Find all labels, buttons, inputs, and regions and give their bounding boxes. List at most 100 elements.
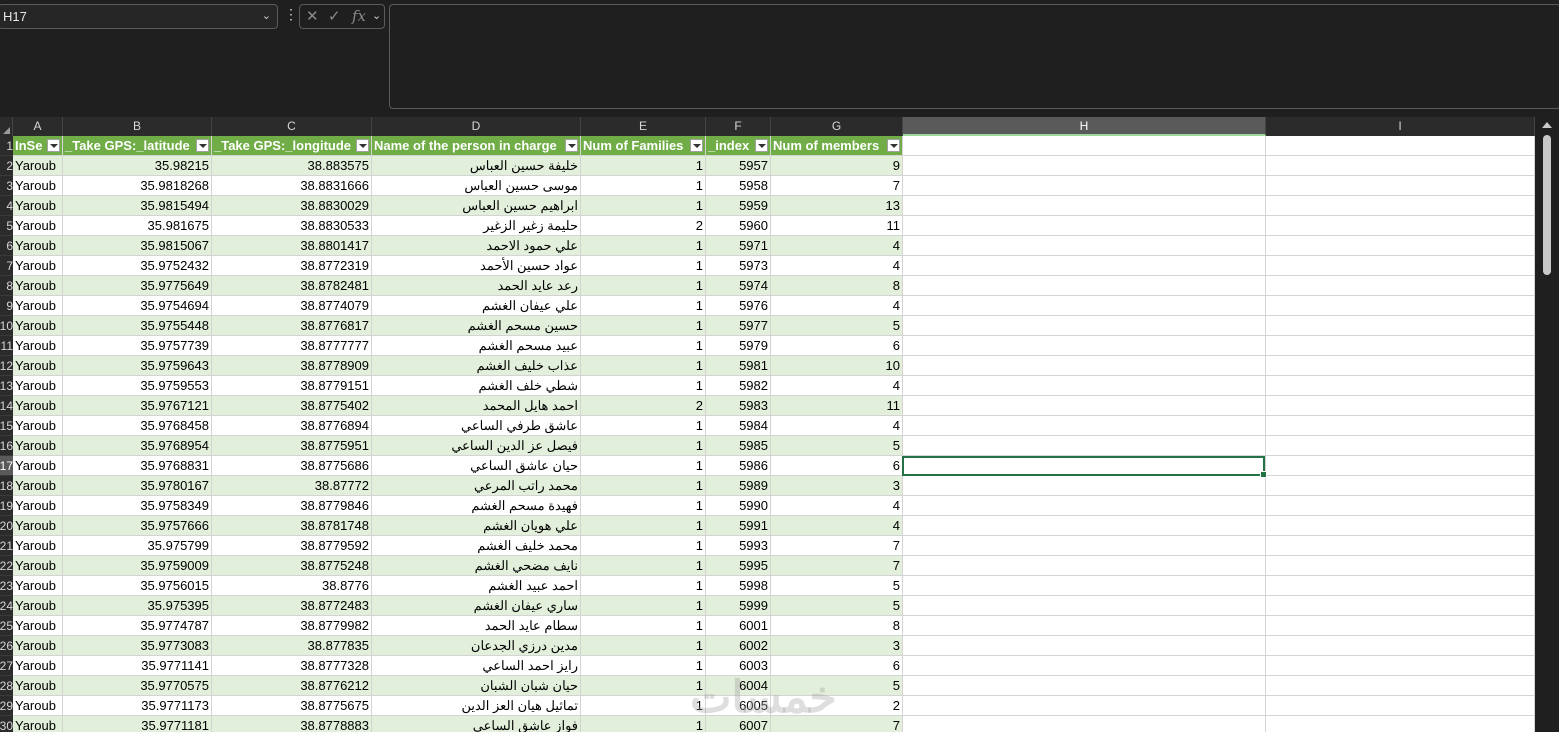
table-cell[interactable]: Yaroub xyxy=(13,196,63,216)
row-header[interactable]: 18 xyxy=(0,476,13,496)
table-cell[interactable]: محمد راتب المرعي xyxy=(372,476,581,496)
empty-cell[interactable] xyxy=(903,296,1266,316)
table-cell[interactable]: 5983 xyxy=(706,396,771,416)
empty-cell[interactable] xyxy=(903,476,1266,496)
table-cell[interactable]: Yaroub xyxy=(13,616,63,636)
table-cell[interactable]: Yaroub xyxy=(13,256,63,276)
table-cell[interactable]: Yaroub xyxy=(13,656,63,676)
empty-cell[interactable] xyxy=(1266,436,1535,456)
table-cell[interactable]: احمد هايل المحمد xyxy=(372,396,581,416)
table-cell[interactable]: 35.9774787 xyxy=(63,616,212,636)
table-cell[interactable]: 1 xyxy=(581,596,706,616)
table-cell[interactable]: فواز عاشق الساعي xyxy=(372,716,581,732)
row-header[interactable]: 20 xyxy=(0,516,13,536)
table-cell[interactable]: 38.8777328 xyxy=(212,656,372,676)
column-header-f[interactable]: F xyxy=(706,117,771,136)
table-cell[interactable]: 1 xyxy=(581,456,706,476)
empty-cell[interactable] xyxy=(1266,496,1535,516)
table-cell[interactable]: 2 xyxy=(581,396,706,416)
row-header[interactable]: 8 xyxy=(0,276,13,296)
empty-cell[interactable] xyxy=(1266,456,1535,476)
table-cell[interactable]: 5982 xyxy=(706,376,771,396)
column-header-a[interactable]: A xyxy=(13,117,63,136)
empty-cell[interactable] xyxy=(903,176,1266,196)
table-cell[interactable]: 5989 xyxy=(706,476,771,496)
table-cell[interactable]: 38.8831666 xyxy=(212,176,372,196)
row-header[interactable]: 22 xyxy=(0,556,13,576)
table-cell[interactable]: 35.9773083 xyxy=(63,636,212,656)
table-cell[interactable]: 1 xyxy=(581,716,706,732)
table-cell[interactable]: 35.9755448 xyxy=(63,316,212,336)
table-cell[interactable]: نايف مضحي الغشم xyxy=(372,556,581,576)
table-cell[interactable]: 4 xyxy=(771,256,903,276)
table-cell[interactable]: شطي خلف الغشم xyxy=(372,376,581,396)
table-header-cell[interactable]: Num of Families xyxy=(581,136,706,156)
table-cell[interactable]: 35.9757739 xyxy=(63,336,212,356)
filter-dropdown-icon[interactable] xyxy=(690,139,703,152)
table-cell[interactable]: موسى حسين العباس xyxy=(372,176,581,196)
empty-cell[interactable] xyxy=(1266,416,1535,436)
filter-dropdown-icon[interactable] xyxy=(196,139,209,152)
empty-cell[interactable] xyxy=(903,336,1266,356)
table-cell[interactable]: 1 xyxy=(581,576,706,596)
row-header[interactable]: 6 xyxy=(0,236,13,256)
table-cell[interactable]: 38.8830029 xyxy=(212,196,372,216)
table-cell[interactable]: 4 xyxy=(771,296,903,316)
table-cell[interactable]: 9 xyxy=(771,156,903,176)
empty-cell[interactable] xyxy=(1266,296,1535,316)
table-cell[interactable]: 38.883575 xyxy=(212,156,372,176)
empty-cell[interactable] xyxy=(903,236,1266,256)
cancel-icon[interactable]: ✕ xyxy=(306,7,319,25)
filter-dropdown-icon[interactable] xyxy=(755,139,768,152)
table-cell[interactable]: 35.981675 xyxy=(63,216,212,236)
table-cell[interactable]: 5958 xyxy=(706,176,771,196)
empty-cell[interactable] xyxy=(903,196,1266,216)
table-cell[interactable]: Yaroub xyxy=(13,316,63,336)
table-header-cell[interactable]: _index xyxy=(706,136,771,156)
row-header[interactable]: 25 xyxy=(0,616,13,636)
table-cell[interactable]: ابراهيم حسين العباس xyxy=(372,196,581,216)
empty-cell[interactable] xyxy=(903,496,1266,516)
row-header[interactable]: 29 xyxy=(0,696,13,716)
table-cell[interactable]: Yaroub xyxy=(13,636,63,656)
empty-cell[interactable] xyxy=(1266,696,1535,716)
table-cell[interactable]: 6 xyxy=(771,456,903,476)
row-header[interactable]: 27 xyxy=(0,656,13,676)
table-cell[interactable]: 7 xyxy=(771,556,903,576)
insert-function-icon[interactable]: fx xyxy=(352,7,366,25)
column-header-c[interactable]: C xyxy=(212,117,372,136)
empty-cell[interactable] xyxy=(1266,536,1535,556)
table-cell[interactable]: 35.9756015 xyxy=(63,576,212,596)
table-cell[interactable]: 35.975395 xyxy=(63,596,212,616)
row-header[interactable]: 17 xyxy=(0,456,13,476)
row-header[interactable]: 15 xyxy=(0,416,13,436)
table-cell[interactable]: رايز احمد الساعي xyxy=(372,656,581,676)
table-cell[interactable]: Yaroub xyxy=(13,396,63,416)
table-cell[interactable]: 35.9752432 xyxy=(63,256,212,276)
table-cell[interactable]: 1 xyxy=(581,296,706,316)
table-cell[interactable]: 1 xyxy=(581,476,706,496)
table-cell[interactable]: 35.9770575 xyxy=(63,676,212,696)
table-cell[interactable]: 5977 xyxy=(706,316,771,336)
table-cell[interactable]: 35.9818268 xyxy=(63,176,212,196)
table-cell[interactable]: 5993 xyxy=(706,536,771,556)
table-cell[interactable]: 35.9767121 xyxy=(63,396,212,416)
empty-cell[interactable] xyxy=(1266,616,1535,636)
table-header-cell[interactable]: _Take GPS:_latitude xyxy=(63,136,212,156)
table-cell[interactable]: 35.9758349 xyxy=(63,496,212,516)
table-cell[interactable]: 35.9780167 xyxy=(63,476,212,496)
table-cell[interactable]: 35.9771181 xyxy=(63,716,212,732)
table-header-cell[interactable]: Num of members xyxy=(771,136,903,156)
table-cell[interactable]: Yaroub xyxy=(13,716,63,732)
table-cell[interactable]: 5998 xyxy=(706,576,771,596)
table-cell[interactable]: Yaroub xyxy=(13,216,63,236)
column-header-i[interactable]: I xyxy=(1266,117,1535,136)
table-cell[interactable]: علي هويان الغشم xyxy=(372,516,581,536)
table-cell[interactable]: 3 xyxy=(771,636,903,656)
empty-cell[interactable] xyxy=(1266,576,1535,596)
empty-cell[interactable] xyxy=(903,156,1266,176)
table-cell[interactable]: احمد عبيد الغشم xyxy=(372,576,581,596)
row-header[interactable]: 21 xyxy=(0,536,13,556)
column-header-e[interactable]: E xyxy=(581,117,706,136)
table-cell[interactable]: 1 xyxy=(581,176,706,196)
